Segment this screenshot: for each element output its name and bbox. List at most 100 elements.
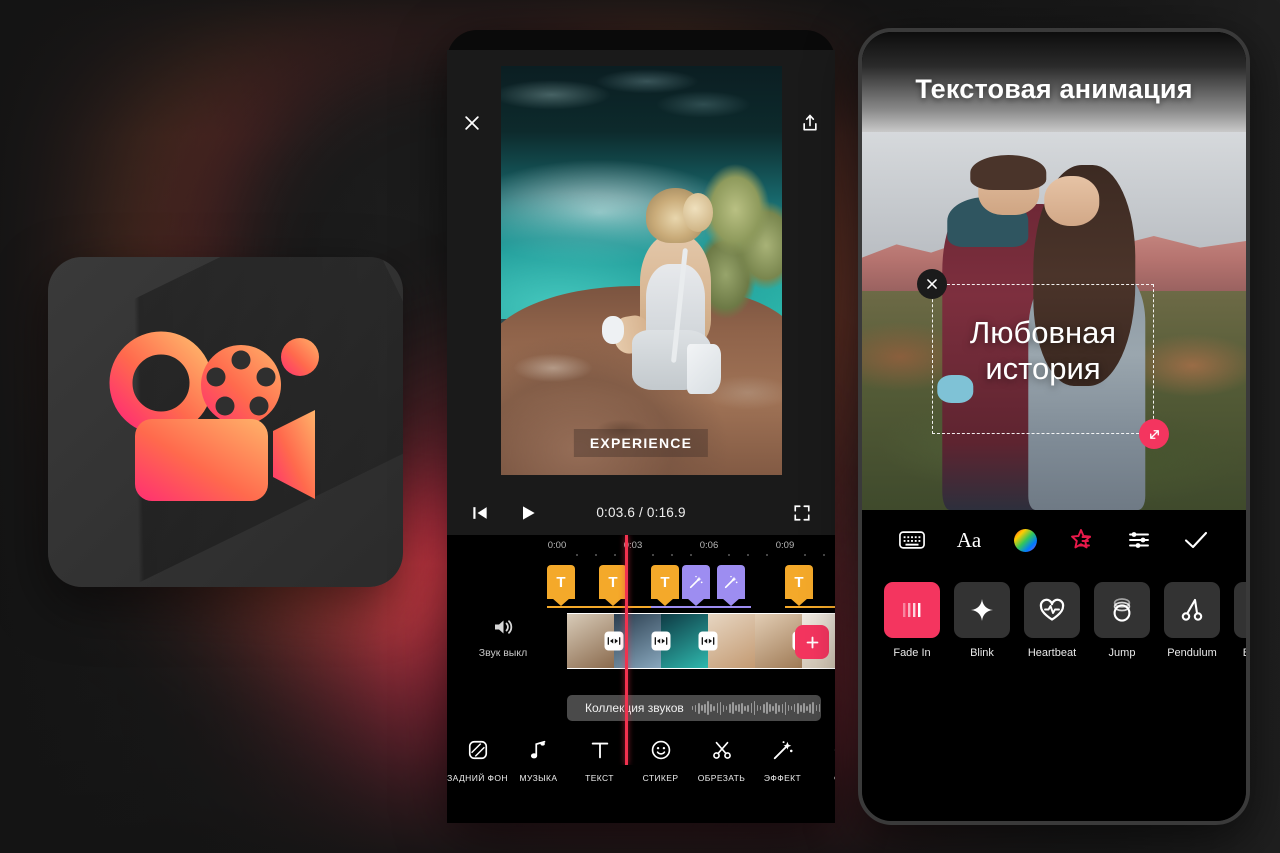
video-editor-screen: EXPERIENCE 0:03.6 / 0:16.9 0:00 0:03 0:0… [447,50,835,823]
animation-preset-breathe[interactable]: Breathe [1234,582,1246,659]
ruler-tick-dot [595,554,597,556]
add-clip-button[interactable] [795,625,829,659]
mute-label: Звук выкл [478,647,528,659]
share-button[interactable] [795,108,825,138]
background-icon [467,739,489,766]
split-icon [701,637,715,645]
ruler-tick-label: 0:06 [699,540,719,551]
animation-preset-heartbeat[interactable]: Heartbeat [1024,582,1080,659]
share-icon [803,114,817,131]
scissors-icon [711,739,733,766]
video-editor-app-icon[interactable] [48,257,403,587]
toolbar-item-label: СТИКЕР [642,773,679,783]
color-wheel-icon [1014,528,1038,552]
sticker-smiley-icon [650,739,672,766]
video-track-row[interactable]: Звук выкл [447,613,835,671]
ruler-tick-dot [804,554,806,556]
keyboard-icon [899,531,926,549]
photo-preview[interactable]: Любовная история [862,132,1246,510]
preview-canvas[interactable]: EXPERIENCE [500,65,782,475]
text-overlay[interactable]: Любовная история [933,315,1153,386]
text-icon [589,739,611,766]
toolbar-item-scissors[interactable]: ОБРЕЗАТЬ [691,739,752,783]
animation-preset-label: Jump [1108,647,1136,659]
toolbar-item-label: ОБРЕЗАТЬ [697,773,746,783]
magic-wand-icon [724,575,738,589]
resize-text-handle[interactable] [1139,419,1169,449]
editor-toolbar[interactable]: ЗАДНИЙ ФОН МУЗЫКА ТЕКСТ СТИКЕР ОБРЕЗАТЬ ЭФФЕК… [447,739,835,797]
animation-preset-jump[interactable]: Jump [1094,582,1150,659]
ruler-tick-dot [690,554,692,556]
scene-person [601,188,725,417]
audio-track[interactable]: Коллекция звуков [567,695,821,721]
text-tool-iconbar[interactable]: Aa [862,510,1246,570]
animation-preset-label: Blink [970,647,994,659]
toolbar-item-sticker-smiley[interactable]: СТИКЕР [630,739,691,783]
speaker-mute-icon [495,620,513,634]
audio-track-label: Коллекция звуков [585,701,684,715]
effect-marker[interactable] [717,565,745,599]
mute-indicator[interactable]: Звук выкл [463,615,543,659]
filter-icon [833,739,835,766]
animation-preset-blink[interactable]: Blink [954,582,1010,659]
pendulum-icon [1164,582,1220,638]
heartbeat-icon [1024,582,1080,638]
sliders-icon [1129,532,1149,548]
split-clip-handle[interactable] [604,631,624,651]
animation-icon [1071,529,1092,549]
title-banner: Текстовая анимация [862,32,1246,132]
adjust-button[interactable] [1122,523,1156,557]
effect-marker[interactable] [682,565,710,599]
text-overlay-line1: Любовная [969,315,1117,350]
color-button[interactable] [1009,523,1043,557]
playback-time: 0:03.6 / 0:16.9 [596,505,686,520]
confirm-button[interactable] [1179,523,1213,557]
magic-wand-icon [689,575,703,589]
timeline-panel[interactable]: 0:000:030:060:090:12 TTTTT Звук выкл [447,535,835,765]
animation-preset-fade-in[interactable]: Fade In [884,582,940,659]
split-clip-handle[interactable] [651,631,671,651]
music-note-icon [529,739,549,766]
close-button[interactable] [457,108,487,138]
ruler-tick-dot [766,554,768,556]
split-clip-handle[interactable] [698,631,718,651]
text-selection-box[interactable]: Любовная история [917,269,1169,449]
text-marker[interactable]: T [651,565,679,599]
toolbar-item-background[interactable]: ЗАДНИЙ ФОН [447,739,508,783]
keyboard-button[interactable] [895,523,929,557]
playback-transport-bar: 0:03.6 / 0:16.9 [447,490,835,535]
ruler-tick-dot [747,554,749,556]
text-marker[interactable]: T [599,565,627,599]
video-preview-area: EXPERIENCE [447,50,835,490]
audio-waveform [691,701,821,715]
toolbar-item-text[interactable]: ТЕКСТ [569,739,630,783]
ruler-tick-dot [728,554,730,556]
font-Aa-icon: Aa [956,527,982,552]
jump-icon [1094,582,1150,638]
animation-preset-label: Breathe [1243,647,1246,659]
animation-presets-row[interactable]: Fade In Blink Heartbeat Jump Pendulum Breathe [862,570,1246,659]
font-button[interactable]: Aa [952,523,986,557]
animation-button[interactable] [1065,523,1099,557]
text-marker[interactable]: T [785,565,813,599]
animation-preset-pendulum[interactable]: Pendulum [1164,582,1220,659]
timeline-playhead[interactable] [625,535,628,765]
toolbar-item-music-note[interactable]: МУЗЫКА [508,739,569,783]
toolbar-item-magic-wand[interactable]: ЭФФЕКТ [752,739,813,783]
text-marker[interactable]: T [547,565,575,599]
delete-text-button[interactable] [917,269,947,299]
preview-overlay-text: EXPERIENCE [573,428,709,457]
middle-phone-frame: EXPERIENCE 0:03.6 / 0:16.9 0:00 0:03 0:0… [447,30,835,823]
marker-duration-bar [651,606,751,608]
page-title: Текстовая анимация [915,73,1193,104]
timeline-ruler[interactable]: 0:000:030:060:090:12 [447,539,835,561]
toolbar-item-label: ТЕКСТ [585,773,614,783]
close-icon [465,116,479,130]
toolbar-item-label: ФИЛ [834,773,835,783]
text-overlay-line2: история [985,350,1101,386]
timeline-marker-row[interactable]: TTTTT [447,565,835,611]
toolbar-item-filter[interactable]: ФИЛ [813,739,835,783]
animation-preset-label: Pendulum [1167,647,1217,659]
camera-icon [109,331,319,501]
resize-handle-icon [1149,429,1159,439]
